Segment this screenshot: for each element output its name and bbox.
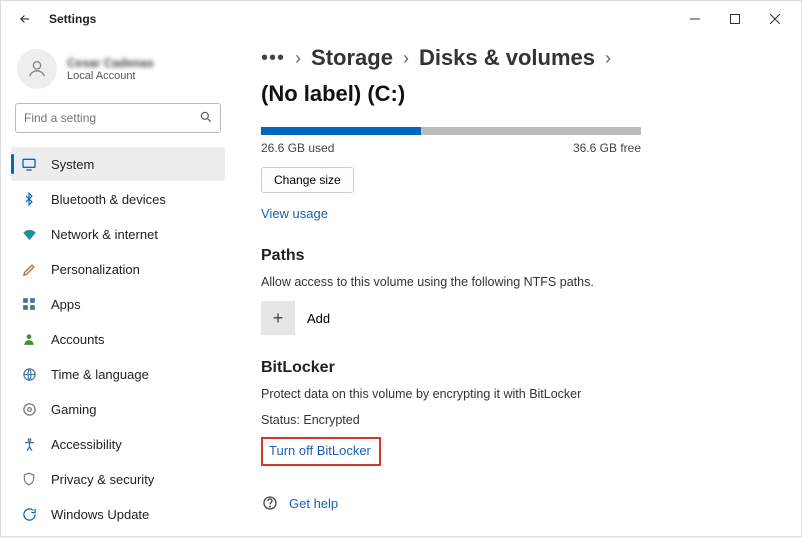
search-container	[15, 103, 221, 133]
add-path-label: Add	[307, 311, 330, 326]
sidebar: Cesar Cadenas Local Account System Bluet…	[1, 37, 233, 538]
search-input[interactable]	[15, 103, 221, 133]
annotation-highlight: Turn off BitLocker	[261, 437, 381, 466]
plus-icon: +	[273, 308, 284, 329]
user-name: Cesar Cadenas	[67, 56, 154, 70]
avatar	[17, 49, 57, 89]
storage-used-label: 26.6 GB used	[261, 141, 334, 155]
nav-item-system[interactable]: System	[11, 147, 225, 181]
bitlocker-description: Protect data on this volume by encryptin…	[261, 387, 761, 401]
turn-off-bitlocker-link[interactable]: Turn off BitLocker	[269, 443, 371, 458]
accounts-icon	[21, 331, 37, 347]
maximize-button[interactable]	[715, 5, 755, 33]
nav-item-label: Accounts	[51, 332, 104, 347]
windows-update-icon	[21, 506, 37, 522]
user-info: Cesar Cadenas Local Account	[67, 56, 154, 82]
storage-free-label: 36.6 GB free	[573, 141, 641, 155]
breadcrumb: ••• › Storage › Disks & volumes › (No la…	[261, 45, 761, 107]
window-controls	[675, 5, 795, 33]
accessibility-icon	[21, 436, 37, 452]
nav-item-label: Network & internet	[51, 227, 158, 242]
nav-item-label: Time & language	[51, 367, 149, 382]
change-size-button[interactable]: Change size	[261, 167, 354, 193]
network-icon	[21, 226, 37, 242]
nav: System Bluetooth & devices Network & int…	[11, 147, 225, 531]
privacy-icon	[21, 471, 37, 487]
user-account-row[interactable]: Cesar Cadenas Local Account	[11, 45, 225, 103]
apps-icon	[21, 296, 37, 312]
nav-item-label: Bluetooth & devices	[51, 192, 166, 207]
paths-section-title: Paths	[261, 247, 761, 265]
nav-item-accessibility[interactable]: Accessibility	[11, 427, 225, 461]
chevron-right-icon: ›	[403, 48, 409, 69]
view-usage-link[interactable]: View usage	[261, 206, 328, 221]
nav-item-label: Windows Update	[51, 507, 149, 522]
nav-item-personalization[interactable]: Personalization	[11, 252, 225, 286]
close-button[interactable]	[755, 5, 795, 33]
nav-item-gaming[interactable]: Gaming	[11, 392, 225, 426]
gaming-icon	[21, 401, 37, 417]
nav-item-label: Accessibility	[51, 437, 122, 452]
bitlocker-section-title: BitLocker	[261, 359, 761, 377]
user-subtitle: Local Account	[67, 70, 154, 82]
settings-window: Settings Cesar Cadenas Local Account	[0, 0, 802, 537]
main-content: ••• › Storage › Disks & volumes › (No la…	[233, 37, 801, 538]
nav-item-network[interactable]: Network & internet	[11, 217, 225, 251]
nav-item-apps[interactable]: Apps	[11, 287, 225, 321]
storage-usage-bar	[261, 127, 641, 135]
help-icon	[261, 494, 279, 512]
bitlocker-status: Status: Encrypted	[261, 413, 761, 427]
bluetooth-icon	[21, 191, 37, 207]
titlebar: Settings	[1, 1, 801, 37]
nav-item-label: Personalization	[51, 262, 140, 277]
chevron-right-icon: ›	[295, 48, 301, 69]
time-language-icon	[21, 366, 37, 382]
nav-item-time-language[interactable]: Time & language	[11, 357, 225, 391]
get-help-row[interactable]: Get help	[261, 494, 761, 512]
nav-item-label: Apps	[51, 297, 81, 312]
get-help-link[interactable]: Get help	[289, 496, 338, 511]
nav-item-bluetooth[interactable]: Bluetooth & devices	[11, 182, 225, 216]
nav-item-label: Gaming	[51, 402, 97, 417]
window-title: Settings	[49, 12, 96, 26]
breadcrumb-current: (No label) (C:)	[261, 81, 405, 107]
nav-item-accounts[interactable]: Accounts	[11, 322, 225, 356]
personalization-icon	[21, 261, 37, 277]
nav-item-label: System	[51, 157, 94, 172]
nav-item-privacy[interactable]: Privacy & security	[11, 462, 225, 496]
storage-labels: 26.6 GB used 36.6 GB free	[261, 141, 641, 155]
add-path-button[interactable]: +	[261, 301, 295, 335]
breadcrumb-more[interactable]: •••	[261, 47, 285, 70]
paths-description: Allow access to this volume using the fo…	[261, 275, 761, 289]
minimize-button[interactable]	[675, 5, 715, 33]
chevron-right-icon: ›	[605, 48, 611, 69]
back-button[interactable]	[13, 7, 37, 31]
breadcrumb-disks-volumes[interactable]: Disks & volumes	[419, 45, 595, 71]
window-body: Cesar Cadenas Local Account System Bluet…	[1, 37, 801, 538]
nav-item-label: Privacy & security	[51, 472, 154, 487]
add-path-row: + Add	[261, 301, 761, 335]
system-icon	[21, 156, 37, 172]
nav-item-windows-update[interactable]: Windows Update	[11, 497, 225, 531]
breadcrumb-storage[interactable]: Storage	[311, 45, 393, 71]
storage-used-fill	[261, 127, 421, 135]
